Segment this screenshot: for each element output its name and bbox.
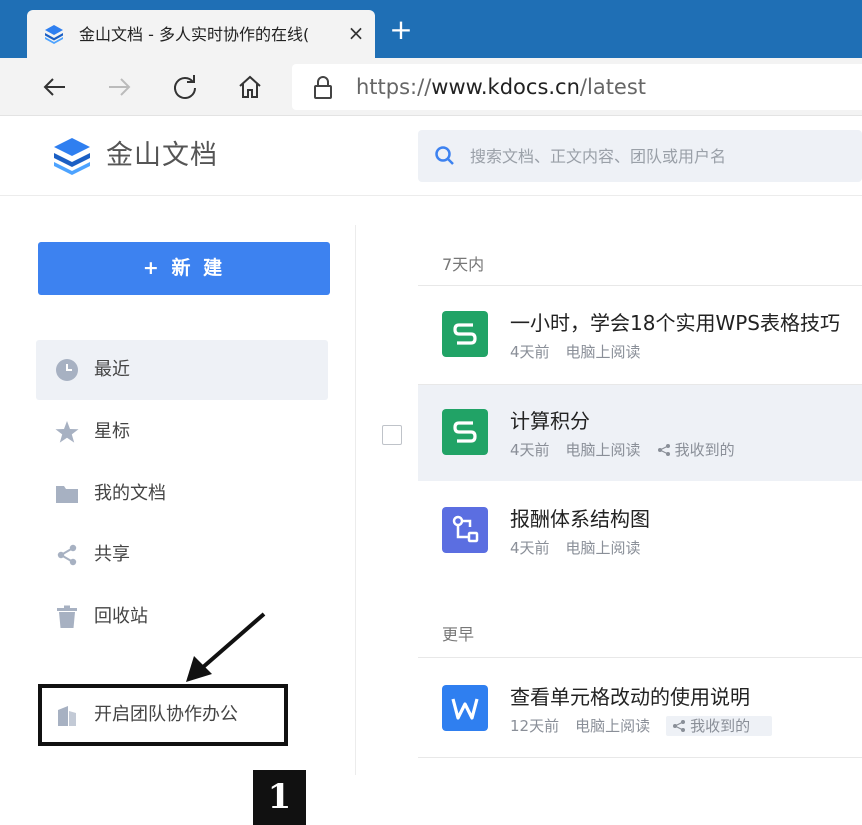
clock-icon [56, 359, 78, 381]
sidebar-item-my-documents[interactable]: 我的文档 [36, 464, 328, 524]
forward-arrow-icon[interactable] [102, 70, 136, 104]
search-input[interactable] [470, 140, 850, 172]
refresh-icon[interactable] [168, 70, 202, 104]
file-select-checkbox[interactable] [382, 425, 402, 445]
share-icon [57, 544, 77, 566]
sidebar-item-starred[interactable]: 星标 [36, 402, 328, 462]
close-tab-icon[interactable]: × [343, 20, 369, 46]
sidebar: + 新 建 最近 星标 我的文档 共享 回收站 1 开启团队协作办公 [0, 197, 355, 825]
sidebar-item-shared[interactable]: 共享 [36, 525, 328, 585]
back-arrow-icon[interactable] [38, 70, 72, 104]
lock-icon [314, 76, 332, 99]
team-building-icon [58, 706, 76, 726]
star-icon [55, 421, 79, 443]
file-time: 4天前 [510, 441, 550, 459]
divider [418, 285, 862, 286]
sidebar-item-label: 我的文档 [94, 483, 166, 504]
new-document-button[interactable]: + 新 建 [38, 242, 330, 295]
file-title: 一小时，学会18个实用WPS表格技巧 [510, 311, 840, 335]
file-source: 电脑上阅读 [565, 441, 641, 459]
shared-tag: 我收到的 [666, 716, 773, 736]
app-header: 金山文档 [0, 116, 862, 196]
file-meta: 4天前 电脑上阅读 我收到的 [510, 439, 767, 461]
sidebar-item-label: 回收站 [94, 606, 148, 627]
browser-nav-bar: https://www.kdocs.cn/latest [0, 58, 862, 116]
file-meta: 12天前 电脑上阅读 我收到的 [510, 715, 788, 737]
spreadsheet-icon [442, 409, 488, 455]
file-source: 电脑上阅读 [565, 539, 641, 557]
file-time: 4天前 [510, 343, 550, 361]
search-box[interactable] [418, 130, 862, 182]
search-icon [435, 146, 454, 165]
url-scheme: https:// [356, 75, 432, 99]
team-collaboration-button[interactable]: 开启团队协作办公 [38, 684, 288, 746]
url-host: www.kdocs.cn [431, 75, 580, 99]
file-row[interactable]: 计算积分 4天前 电脑上阅读 我收到的 [418, 385, 862, 481]
file-time: 12天前 [510, 717, 560, 735]
browser-tab-bar: 金山文档 - 多人实时协作的在线( × + [0, 0, 862, 58]
browser-tab-title: 金山文档 - 多人实时协作的在线( [79, 25, 310, 44]
shared-tag: 我收到的 [657, 441, 751, 459]
sidebar-item-recent[interactable]: 最近 [36, 340, 328, 400]
file-title: 查看单元格改动的使用说明 [510, 685, 750, 709]
browser-tab[interactable]: 金山文档 - 多人实时协作的在线( × [27, 10, 375, 58]
trash-icon [57, 605, 77, 628]
share-icon [657, 444, 670, 456]
new-tab-button[interactable]: + [386, 16, 416, 46]
sidebar-item-label: 星标 [94, 421, 130, 442]
file-list: 7天内 一小时，学会18个实用WPS表格技巧 4天前 电脑上阅读 计算积分 4天前… [356, 197, 862, 786]
file-row[interactable]: 查看单元格改动的使用说明 12天前 电脑上阅读 我收到的 [418, 661, 862, 757]
callout-arrow-icon [186, 612, 266, 682]
callout-number-badge: 1 [253, 770, 306, 825]
shared-tag-label: 我收到的 [674, 441, 735, 459]
file-source: 电脑上阅读 [575, 717, 651, 735]
url-text: https://www.kdocs.cn/latest [356, 74, 646, 100]
folder-icon [56, 486, 78, 503]
url-path: /latest [579, 75, 647, 99]
shared-tag-label: 我收到的 [690, 717, 751, 735]
kdocs-logo-icon [45, 25, 63, 44]
share-icon [673, 720, 686, 732]
word-document-icon [442, 685, 488, 731]
file-title: 计算积分 [510, 409, 590, 433]
flowchart-icon [442, 507, 488, 553]
divider [418, 757, 862, 758]
file-row[interactable]: 一小时，学会18个实用WPS表格技巧 4天前 电脑上阅读 [418, 287, 862, 383]
address-bar[interactable]: https://www.kdocs.cn/latest [292, 64, 862, 110]
file-source: 电脑上阅读 [565, 343, 641, 361]
file-row[interactable]: 报酬体系结构图 4天前 电脑上阅读 [418, 483, 862, 579]
section-label-7-days: 7天内 [442, 255, 485, 274]
sidebar-item-label: 最近 [94, 359, 130, 380]
sidebar-item-label: 共享 [94, 544, 130, 565]
home-icon[interactable] [233, 70, 267, 104]
file-time: 4天前 [510, 539, 550, 557]
file-title: 报酬体系结构图 [510, 507, 650, 531]
section-label-earlier: 更早 [442, 625, 475, 644]
team-collaboration-label: 开启团队协作办公 [94, 704, 238, 725]
divider [418, 657, 862, 658]
spreadsheet-icon [442, 311, 488, 357]
file-meta: 4天前 电脑上阅读 [510, 341, 657, 363]
file-meta: 4天前 电脑上阅读 [510, 537, 657, 559]
kdocs-brand-logo-icon[interactable] [50, 134, 94, 178]
brand-name: 金山文档 [106, 140, 218, 171]
